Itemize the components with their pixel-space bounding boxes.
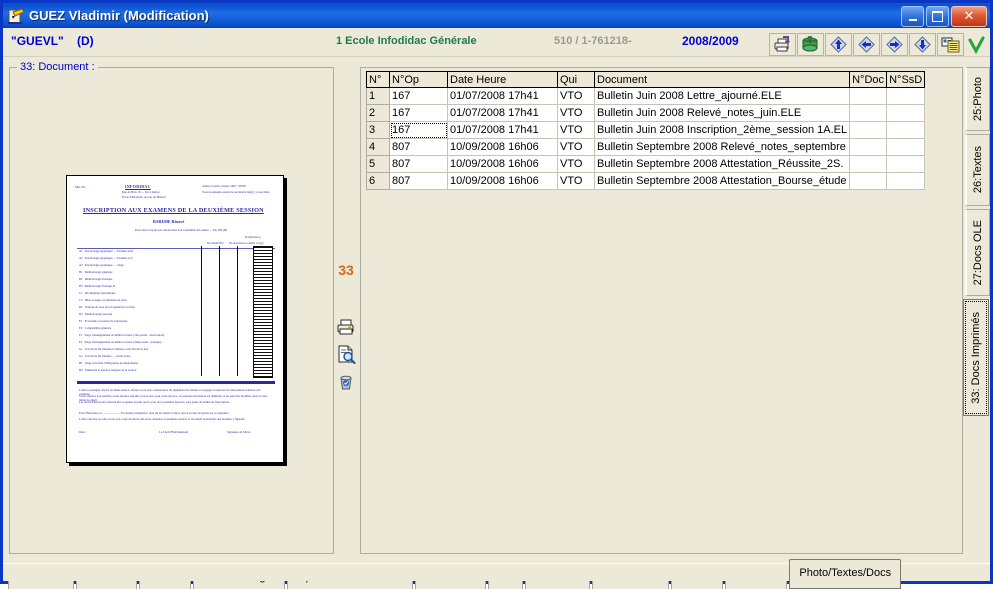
cell-datetime[interactable]: 10/09/2008 16h06	[447, 138, 558, 156]
cell-num[interactable]: 2	[366, 104, 390, 122]
close-button[interactable]: ✕	[951, 6, 987, 27]
school-label: 1 Ecole Infodidac Générale	[336, 35, 477, 47]
record-code: "GUEVL"	[11, 34, 64, 48]
col-header-nssd[interactable]: N°SsD	[886, 71, 926, 88]
cell-ndoc[interactable]	[849, 87, 888, 105]
vtab-label: 25:Photo	[972, 76, 984, 122]
cell-ndoc[interactable]	[849, 104, 888, 122]
vtab-label: 33: Docs Imprimés	[970, 311, 982, 404]
cell-datetime[interactable]: 01/07/2008 17h41	[447, 87, 558, 105]
cell-op[interactable]: 167	[389, 104, 448, 122]
cell-who[interactable]: VTO	[557, 155, 595, 173]
cell-nssd[interactable]	[886, 121, 926, 139]
form-list-button[interactable]	[937, 33, 964, 56]
cell-document[interactable]: Bulletin Juin 2008 Inscription_2ème_sess…	[593, 121, 851, 139]
print-button[interactable]	[769, 33, 796, 56]
cell-num[interactable]: 3	[366, 121, 390, 139]
cell-datetime[interactable]: 10/09/2008 16h06	[447, 155, 558, 173]
cell-nssd[interactable]	[886, 104, 926, 122]
col-header-op[interactable]: N°Op	[389, 71, 448, 88]
cell-datetime[interactable]: 01/07/2008 17h41	[447, 104, 558, 122]
validate-check-button[interactable]	[965, 34, 988, 55]
action-column: 33	[333, 67, 359, 552]
cell-num[interactable]: 4	[366, 138, 390, 156]
cell-nssd[interactable]	[886, 87, 926, 105]
arrow-left-button[interactable]	[853, 33, 880, 56]
vtab-photo[interactable]: 25:Photo	[965, 67, 990, 131]
vtab-label: 27:Docs OLE	[972, 219, 984, 286]
title-bar: GUEZ Vladimir (Modification) ✕	[3, 3, 990, 28]
arrow-down-button[interactable]	[909, 33, 936, 56]
table-row[interactable]: 3 167 01/07/2008 17h41 VTO Bulletin Juin…	[366, 121, 926, 139]
vertical-tab-strip: 25:Photo 26:Textes 27:Docs OLE 33: Docs …	[963, 67, 990, 419]
cell-op[interactable]: 807	[389, 172, 448, 190]
tab-photo-textes-docs[interactable]: Photo/Textes/Docs	[789, 559, 902, 589]
table-row[interactable]: 4 807 10/09/2008 16h06 VTO Bulletin Sept…	[366, 138, 926, 156]
table-row[interactable]: 6 807 10/09/2008 16h06 VTO Bulletin Sept…	[366, 172, 926, 190]
database-button[interactable]	[797, 33, 824, 56]
cell-ndoc[interactable]	[849, 121, 888, 139]
cancel-cross-button[interactable]	[989, 34, 993, 55]
vtab-textes[interactable]: 26:Textes	[965, 134, 990, 206]
documents-table[interactable]: N° N°Op Date Heure Qui Document N°Doc N°…	[366, 71, 926, 190]
record-number: 510 / 1-761218-	[554, 35, 632, 47]
col-header-datetime[interactable]: Date Heure	[447, 71, 558, 88]
table-header-row: N° N°Op Date Heure Qui Document N°Doc N°…	[366, 71, 926, 88]
application-window: GUEZ Vladimir (Modification) ✕ "GUEVL" (…	[0, 0, 993, 589]
arrow-right-button[interactable]	[881, 33, 908, 56]
record-index-number: 33	[338, 262, 354, 278]
cell-who[interactable]: VTO	[557, 172, 595, 190]
cell-who[interactable]: VTO	[557, 138, 595, 156]
cell-who[interactable]: VTO	[557, 121, 595, 139]
cell-document[interactable]: Bulletin Septembre 2008 Attestation_Bour…	[593, 172, 851, 190]
col-header-num[interactable]: N°	[366, 71, 390, 88]
cell-op[interactable]: 167	[389, 87, 448, 105]
cell-num[interactable]: 1	[366, 87, 390, 105]
cell-who[interactable]: VTO	[557, 104, 595, 122]
cell-nssd[interactable]	[886, 155, 926, 173]
cell-num[interactable]: 5	[366, 155, 390, 173]
col-header-ndoc[interactable]: N°Doc	[849, 71, 888, 88]
school-year-label: 2008/2009	[682, 34, 739, 48]
col-header-who[interactable]: Qui	[557, 71, 595, 88]
cell-ndoc[interactable]	[849, 155, 888, 173]
window-controls: ✕	[901, 6, 987, 27]
cell-nssd[interactable]	[886, 138, 926, 156]
minimize-button[interactable]	[901, 6, 924, 27]
cell-who[interactable]: VTO	[557, 87, 595, 105]
cell-op[interactable]: 807	[389, 138, 448, 156]
maximize-button[interactable]	[926, 6, 949, 27]
pen-document-icon	[7, 7, 25, 25]
arrow-up-button[interactable]	[825, 33, 852, 56]
col-header-document[interactable]: Document	[593, 71, 851, 88]
delete-trash-icon[interactable]	[336, 371, 356, 391]
cell-op[interactable]: 807	[389, 155, 448, 173]
document-preview[interactable]: Min. Ed. INFODIDAC Rue de Bois 18 — bte …	[66, 175, 284, 463]
table-row[interactable]: 2 167 01/07/2008 17h41 VTO Bulletin Juin…	[366, 104, 926, 122]
table-row[interactable]: 1 167 01/07/2008 17h41 VTO Bulletin Juin…	[366, 87, 926, 105]
documents-panel: N° N°Op Date Heure Qui Document N°Doc N°…	[360, 67, 963, 554]
cell-num[interactable]: 6	[366, 172, 390, 190]
window-title: GUEZ Vladimir (Modification)	[29, 8, 209, 23]
cell-datetime[interactable]: 10/09/2008 16h06	[447, 172, 558, 190]
header-toolbar	[769, 33, 993, 56]
cell-ndoc[interactable]	[849, 172, 888, 190]
cell-datetime[interactable]: 01/07/2008 17h41	[447, 121, 558, 139]
document-group-label: 33: Document :	[17, 61, 98, 73]
cell-op[interactable]: 167	[389, 121, 448, 139]
preview-document-icon[interactable]	[336, 344, 356, 364]
cell-document[interactable]: Bulletin Juin 2008 Lettre_ajourné.ELE	[593, 87, 851, 105]
print-document-icon[interactable]	[336, 317, 356, 337]
vtab-label: 26:Textes	[972, 146, 984, 194]
cell-ndoc[interactable]	[849, 138, 888, 156]
cell-document[interactable]: Bulletin Septembre 2008 Attestation_Réus…	[593, 155, 851, 173]
cell-nssd[interactable]	[886, 172, 926, 190]
vtab-docs-imprimes[interactable]: 33: Docs Imprimés	[963, 299, 989, 416]
cell-document[interactable]: Bulletin Septembre 2008 Relevé_notes_sep…	[593, 138, 851, 156]
vtab-docs-ole[interactable]: 27:Docs OLE	[965, 209, 990, 296]
record-flag: (D)	[77, 34, 94, 48]
table-row[interactable]: 5 807 10/09/2008 16h06 VTO Bulletin Sept…	[366, 155, 926, 173]
cell-document[interactable]: Bulletin Juin 2008 Relevé_notes_juin.ELE	[593, 104, 851, 122]
